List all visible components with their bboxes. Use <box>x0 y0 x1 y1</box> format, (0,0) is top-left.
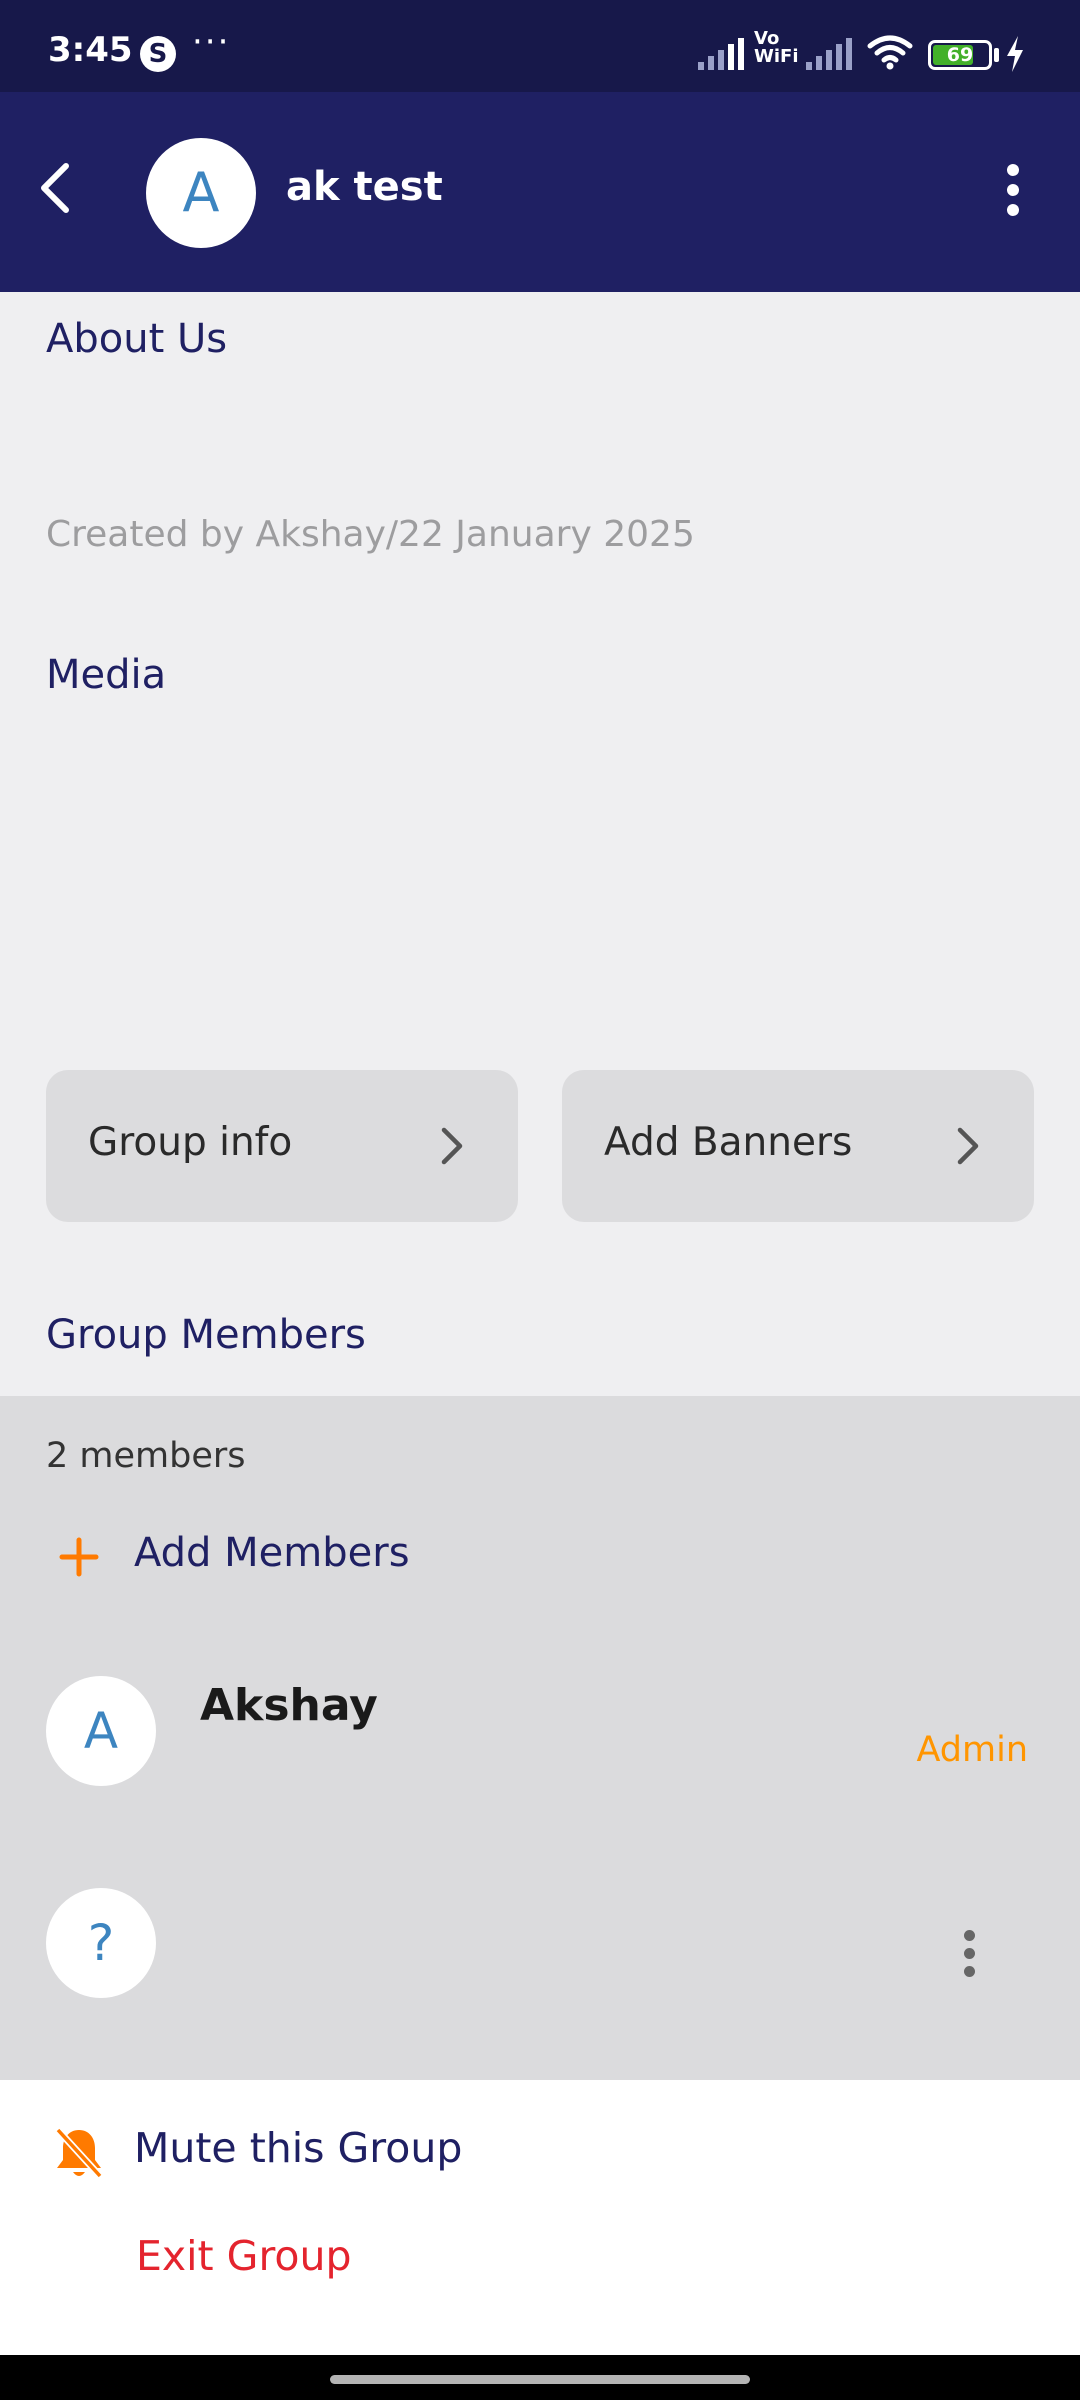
home-gesture-handle[interactable] <box>330 2375 750 2384</box>
member-avatar: ? <box>46 1888 156 1998</box>
media-heading: Media <box>46 652 167 698</box>
status-bar: 3:45 S ··· Vo WiFi 69 <box>0 0 1080 92</box>
battery-icon: 69 <box>928 40 992 70</box>
vowifi-bottom-label: WiFi <box>754 46 799 67</box>
group-info-button[interactable]: Group info <box>46 1070 518 1222</box>
back-arrow-icon[interactable] <box>28 152 84 224</box>
overflow-menu-icon[interactable] <box>990 164 1036 224</box>
member-row[interactable]: ? <box>0 1886 1080 2066</box>
vowifi-icon: Vo WiFi <box>754 30 799 66</box>
member-row[interactable]: A Akshay Admin <box>0 1666 1080 1846</box>
members-panel: 2 members Add Members A Akshay Admin ? <box>0 1396 1080 2080</box>
group-members-heading: Group Members <box>46 1312 366 1358</box>
status-time: 3:45 <box>48 30 133 70</box>
group-title: ak test <box>286 164 443 210</box>
skype-notification-icon: S <box>140 36 176 72</box>
app-header: A ak test <box>0 92 1080 292</box>
battery-tip <box>994 48 999 62</box>
exit-group-button[interactable]: Exit Group <box>136 2232 352 2280</box>
more-notifications-icon: ··· <box>192 22 231 62</box>
add-members-label: Add Members <box>134 1530 410 1576</box>
group-avatar[interactable]: A <box>146 138 256 248</box>
signal-strength-icon <box>698 38 744 70</box>
wifi-icon <box>867 35 913 70</box>
navigation-gesture-area <box>0 2355 1080 2400</box>
battery-level: 69 <box>946 44 974 66</box>
bell-off-icon <box>55 2127 103 2179</box>
add-banners-button[interactable]: Add Banners <box>562 1070 1034 1222</box>
admin-badge: Admin <box>916 1730 1028 1770</box>
members-count: 2 members <box>46 1436 246 1476</box>
signal-strength-2-icon <box>806 38 852 70</box>
chevron-right-icon <box>441 1127 463 1165</box>
group-info-label: Group info <box>88 1120 293 1165</box>
group-actions-section: Mute this Group Exit Group <box>0 2080 1080 2355</box>
chevron-right-icon <box>957 1127 979 1165</box>
plus-icon <box>59 1537 99 1577</box>
member-options-icon[interactable] <box>952 1930 986 1990</box>
mute-group-button[interactable]: Mute this Group <box>0 2100 1080 2200</box>
created-by-text: Created by Akshay/22 January 2025 <box>46 514 695 555</box>
mute-group-label: Mute this Group <box>134 2124 463 2172</box>
charging-bolt-icon <box>1007 36 1023 72</box>
member-avatar: A <box>46 1676 156 1786</box>
add-members-button[interactable]: Add Members <box>0 1506 1080 1606</box>
about-us-heading: About Us <box>46 316 228 362</box>
add-banners-label: Add Banners <box>604 1120 853 1165</box>
member-name: Akshay <box>200 1680 378 1731</box>
